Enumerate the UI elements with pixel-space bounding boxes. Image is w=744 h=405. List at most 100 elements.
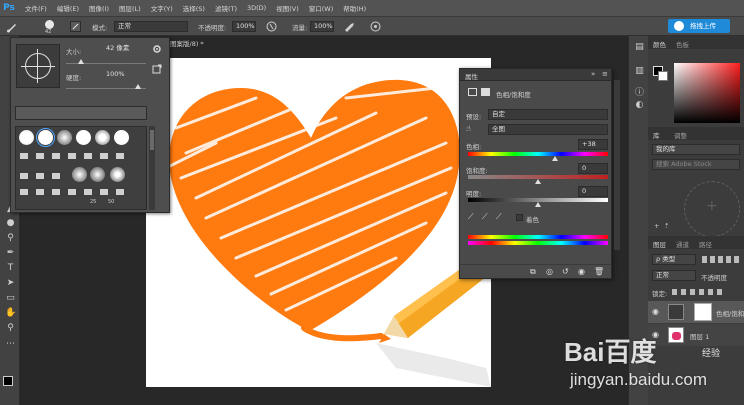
- panel-collapse-icon[interactable]: »: [591, 70, 595, 78]
- brush-presets-scrollbar[interactable]: [149, 126, 155, 210]
- menu-filter[interactable]: 滤镜(T): [210, 3, 242, 13]
- library-select[interactable]: 我的库: [652, 144, 740, 155]
- hue-slider-thumb[interactable]: [551, 156, 558, 161]
- delete-adjustment-icon[interactable]: 🗑: [594, 267, 604, 276]
- layer-filter-select[interactable]: ρ 类型: [652, 254, 696, 265]
- brush-preset-row[interactable]: [20, 173, 65, 179]
- brush-preset-tip[interactable]: [90, 167, 105, 182]
- brush-size-input[interactable]: 42 像素: [103, 44, 139, 55]
- new-brush-preset-icon[interactable]: [152, 64, 162, 74]
- menu-type[interactable]: 文字(Y): [146, 3, 178, 13]
- brush-search-bar[interactable]: [15, 106, 147, 120]
- adjustments-panel-icon[interactable]: ◐: [634, 100, 645, 111]
- properties-panel-icon[interactable]: ▥: [634, 66, 645, 77]
- brush-presets-scroll-thumb[interactable]: [150, 130, 154, 150]
- brush-preset-tip[interactable]: [114, 130, 129, 145]
- menu-help[interactable]: 帮助(H): [338, 3, 371, 13]
- hand-tool-icon[interactable]: ✋: [5, 308, 16, 319]
- dodge-tool-icon[interactable]: ⚲: [5, 233, 16, 244]
- brush-panel-toggle-icon[interactable]: [70, 21, 81, 32]
- menu-layer[interactable]: 图层(L): [114, 3, 146, 13]
- brush-hardness-slider[interactable]: [66, 88, 146, 89]
- brush-preset-tip-selected[interactable]: [36, 128, 55, 147]
- menu-select[interactable]: 选择(S): [178, 3, 210, 13]
- lightness-slider-thumb[interactable]: [535, 202, 541, 207]
- panel-menu-icon[interactable]: ≡: [602, 70, 608, 78]
- upload-share-button[interactable]: 拖拽上传: [668, 19, 730, 33]
- layer-visibility-eye-icon[interactable]: ◉: [652, 307, 659, 316]
- eyedropper-icon[interactable]: ⟋: [468, 212, 476, 222]
- brush-preset-row[interactable]: [20, 153, 130, 159]
- rectangle-tool-icon[interactable]: ▭: [5, 293, 16, 304]
- brush-preset-tip[interactable]: [72, 167, 87, 182]
- document-canvas[interactable]: [146, 58, 491, 387]
- add-to-library-icon[interactable]: +: [706, 198, 718, 214]
- clip-to-layer-icon[interactable]: ⧉: [530, 267, 536, 277]
- lock-options-icons[interactable]: [672, 289, 722, 295]
- history-panel-icon[interactable]: ▤: [634, 42, 645, 53]
- hue-slider[interactable]: [468, 152, 608, 156]
- layer-row-adjustment[interactable]: ◉ 色相/饱和度: [648, 301, 744, 323]
- tab-swatches[interactable]: 色板: [676, 39, 689, 49]
- layer-mask-thumbnail[interactable]: [694, 303, 712, 321]
- brush-tool-icon[interactable]: [6, 21, 18, 33]
- menu-view[interactable]: 视图(V): [271, 3, 304, 13]
- brush-preset-tip[interactable]: [76, 130, 91, 145]
- brush-preset-tip[interactable]: [110, 167, 125, 182]
- eyedropper-subtract-icon[interactable]: ⟋: [496, 212, 504, 222]
- layer-filter-icons[interactable]: [702, 256, 740, 263]
- color-picker-field[interactable]: [674, 63, 740, 123]
- view-previous-state-icon[interactable]: ◎: [546, 267, 553, 276]
- brush-angle-preview[interactable]: [16, 44, 60, 88]
- saturation-slider-thumb[interactable]: [535, 179, 541, 184]
- colorize-checkbox[interactable]: [516, 214, 523, 221]
- blend-mode-select[interactable]: 正常: [114, 21, 188, 32]
- tab-layers[interactable]: 图层: [653, 239, 666, 249]
- brush-preset-tip[interactable]: [57, 130, 72, 145]
- targeted-adjustment-hand-icon[interactable]: ☝: [466, 124, 478, 135]
- tab-paths[interactable]: 路径: [699, 239, 712, 249]
- zoom-tool-icon[interactable]: ⚲: [5, 323, 16, 334]
- brush-preset-tip[interactable]: [19, 130, 34, 145]
- menu-edit[interactable]: 编辑(E): [52, 3, 84, 13]
- more-tools-icon[interactable]: ⋯: [5, 339, 16, 350]
- menu-3d[interactable]: 3D(D): [242, 4, 271, 12]
- menu-window[interactable]: 窗口(W): [304, 3, 339, 13]
- document-tab[interactable]: 图案版/8) *: [170, 38, 214, 51]
- pressure-opacity-icon[interactable]: [266, 21, 277, 32]
- brush-preset-row[interactable]: [20, 189, 130, 195]
- lightness-input[interactable]: 0: [578, 186, 608, 197]
- menu-image[interactable]: 图像(I): [84, 3, 114, 13]
- pressure-size-icon[interactable]: [370, 21, 381, 32]
- brush-hardness-input[interactable]: 100%: [103, 70, 139, 81]
- brush-settings-gear-icon[interactable]: [152, 44, 162, 54]
- menu-file[interactable]: 文件(F): [20, 3, 52, 13]
- tab-color[interactable]: 颜色: [653, 39, 666, 49]
- reset-adjustment-icon[interactable]: ↺: [562, 267, 569, 276]
- foreground-color-swatch[interactable]: [3, 376, 13, 386]
- tab-libraries[interactable]: 库: [653, 130, 660, 140]
- saturation-input[interactable]: 0: [578, 163, 608, 174]
- flow-input[interactable]: 100%: [310, 21, 334, 32]
- channel-select[interactable]: 全图: [488, 124, 608, 135]
- brush-preset-picker[interactable]: 42: [40, 19, 60, 35]
- brush-hardness-slider-thumb[interactable]: [135, 84, 141, 89]
- layer-blend-mode-select[interactable]: 正常: [652, 270, 696, 281]
- tab-adjustments[interactable]: 调整: [674, 130, 687, 140]
- airbrush-icon[interactable]: [344, 21, 356, 32]
- eyedropper-add-icon[interactable]: ⟋: [482, 212, 490, 222]
- hue-input[interactable]: +38: [578, 139, 608, 150]
- pen-tool-icon[interactable]: ✒: [5, 248, 16, 259]
- layer-mask-icon[interactable]: [481, 88, 490, 96]
- type-tool-icon[interactable]: T: [5, 263, 16, 274]
- brush-size-slider-thumb[interactable]: [78, 59, 84, 64]
- preset-select[interactable]: 自定: [488, 109, 608, 120]
- background-color-chip[interactable]: [658, 71, 668, 81]
- library-upload-icon[interactable]: ⇡: [664, 222, 669, 230]
- path-selection-tool-icon[interactable]: ➤: [5, 278, 16, 289]
- toggle-visibility-icon[interactable]: ◉: [578, 267, 585, 276]
- properties-scrollbar[interactable]: [614, 80, 620, 250]
- info-panel-icon[interactable]: ⓘ: [634, 88, 645, 99]
- blur-tool-icon[interactable]: ●: [5, 218, 16, 229]
- opacity-input[interactable]: 100%: [232, 21, 256, 32]
